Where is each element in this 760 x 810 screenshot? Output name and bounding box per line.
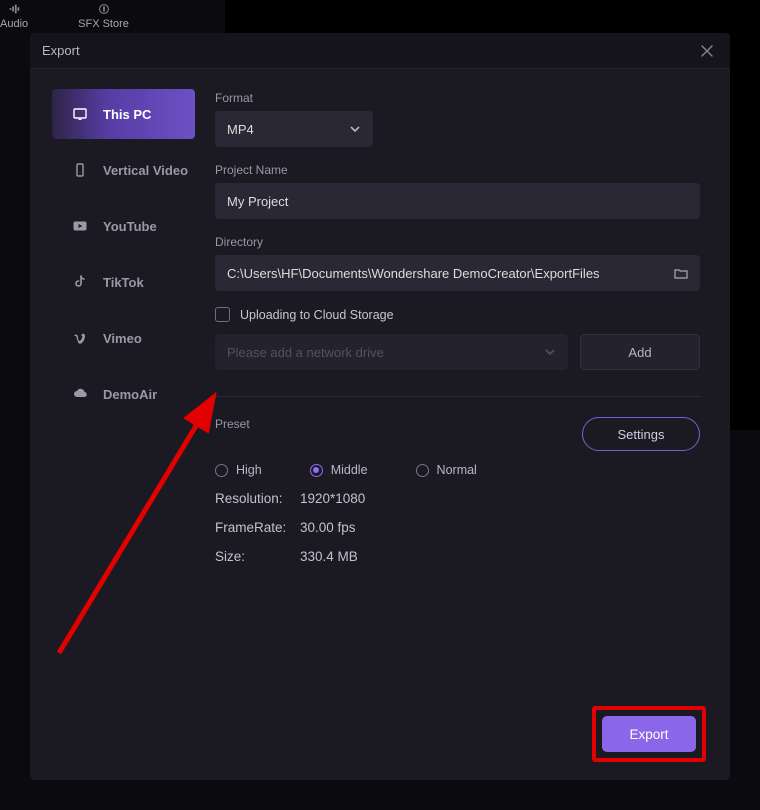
sidebar-item-label: Vimeo <box>103 331 142 346</box>
radio-label: High <box>236 463 262 477</box>
cloud-label: Uploading to Cloud Storage <box>240 308 394 322</box>
tiktok-icon <box>72 274 88 290</box>
preset-label: Preset <box>215 417 250 431</box>
sidebar-item-label: YouTube <box>103 219 157 234</box>
sidebar-item-vimeo[interactable]: Vimeo <box>52 313 195 363</box>
resolution-row: Resolution: 1920*1080 <box>215 491 700 506</box>
export-button[interactable]: Export <box>602 716 696 752</box>
export-sidebar: This PC Vertical Video YouTube TikTok <box>30 69 205 780</box>
framerate-value: 30.00 fps <box>300 520 356 535</box>
network-drive-select[interactable]: Please add a network drive <box>215 334 568 370</box>
youtube-icon <box>72 218 88 234</box>
sidebar-item-youtube[interactable]: YouTube <box>52 201 195 251</box>
export-dialog: Export This PC Vertical Video <box>30 33 730 780</box>
pc-icon <box>72 106 88 122</box>
radio-middle[interactable] <box>310 464 323 477</box>
top-sfx-label: SFX Store <box>78 18 129 30</box>
format-value: MP4 <box>227 122 254 137</box>
directory-value: C:\Users\HF\Documents\Wondershare DemoCr… <box>227 266 664 281</box>
format-field: Format MP4 <box>215 91 700 147</box>
top-audio[interactable]: Audio <box>0 2 28 30</box>
preset-normal[interactable]: Normal <box>416 463 477 477</box>
size-row: Size: 330.4 MB <box>215 549 700 564</box>
chevron-down-icon <box>349 123 361 135</box>
format-label: Format <box>215 91 700 105</box>
project-name-input[interactable] <box>227 194 688 209</box>
close-icon[interactable] <box>698 42 716 60</box>
size-value: 330.4 MB <box>300 549 358 564</box>
sidebar-item-this-pc[interactable]: This PC <box>52 89 195 139</box>
directory-input[interactable]: C:\Users\HF\Documents\Wondershare DemoCr… <box>215 255 700 291</box>
chevron-down-icon <box>544 346 556 358</box>
directory-label: Directory <box>215 235 700 249</box>
project-name-field: Project Name <box>215 163 700 219</box>
sidebar-item-label: TikTok <box>103 275 144 290</box>
sidebar-item-label: Vertical Video <box>103 163 188 178</box>
cloud-icon <box>72 386 88 402</box>
radio-label: Middle <box>331 463 368 477</box>
add-button[interactable]: Add <box>580 334 700 370</box>
sidebar-item-label: This PC <box>103 107 151 122</box>
radio-normal[interactable] <box>416 464 429 477</box>
sidebar-item-tiktok[interactable]: TikTok <box>52 257 195 307</box>
preset-high[interactable]: High <box>215 463 262 477</box>
export-main: Format MP4 Project Name Directory C:\Use… <box>205 69 730 780</box>
audio-icon <box>7 2 21 16</box>
preset-options: High Middle Normal <box>215 463 700 477</box>
resolution-value: 1920*1080 <box>300 491 365 506</box>
preset-header: Preset Settings <box>215 417 700 451</box>
radio-label: Normal <box>437 463 477 477</box>
network-placeholder: Please add a network drive <box>227 345 384 360</box>
size-key: Size: <box>215 549 300 564</box>
vertical-video-icon <box>72 162 88 178</box>
vimeo-icon <box>72 330 88 346</box>
resolution-key: Resolution: <box>215 491 300 506</box>
framerate-key: FrameRate: <box>215 520 300 535</box>
folder-icon[interactable] <box>674 266 688 280</box>
divider <box>215 396 700 397</box>
directory-field: Directory C:\Users\HF\Documents\Wondersh… <box>215 235 700 291</box>
format-select[interactable]: MP4 <box>215 111 373 147</box>
preset-middle[interactable]: Middle <box>310 463 368 477</box>
dialog-title: Export <box>42 43 80 58</box>
sfx-icon <box>97 2 111 16</box>
top-audio-label: Audio <box>0 18 28 30</box>
top-sfx[interactable]: SFX Store <box>78 2 129 30</box>
settings-button[interactable]: Settings <box>582 417 700 451</box>
cloud-checkbox[interactable] <box>215 307 230 322</box>
framerate-row: FrameRate: 30.00 fps <box>215 520 700 535</box>
radio-high[interactable] <box>215 464 228 477</box>
cloud-upload-row[interactable]: Uploading to Cloud Storage <box>215 307 700 322</box>
project-name-label: Project Name <box>215 163 700 177</box>
sidebar-item-demoair[interactable]: DemoAir <box>52 369 195 419</box>
network-drive-row: Please add a network drive Add <box>215 334 700 370</box>
dialog-header: Export <box>30 33 730 69</box>
dialog-body: This PC Vertical Video YouTube TikTok <box>30 69 730 780</box>
sidebar-item-vertical[interactable]: Vertical Video <box>52 145 195 195</box>
sidebar-item-label: DemoAir <box>103 387 157 402</box>
project-name-input-wrap <box>215 183 700 219</box>
